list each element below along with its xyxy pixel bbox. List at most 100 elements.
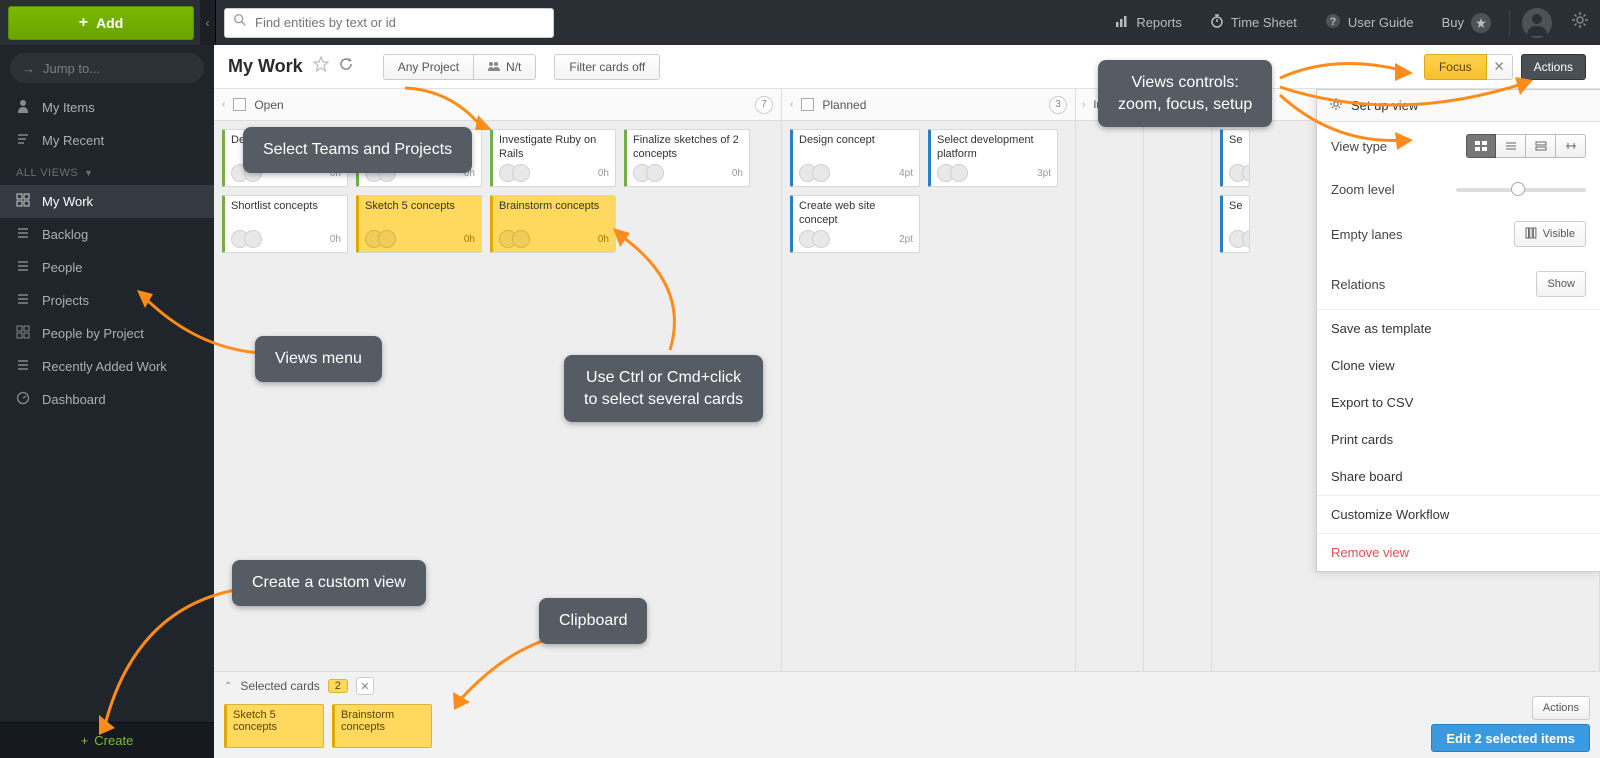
card-estimate: 2pt [899,234,913,245]
expand-icon[interactable]: › [1150,99,1153,110]
card[interactable]: Se [1220,195,1250,253]
project-team-group: Any Project N/t [383,54,537,80]
any-project-button[interactable]: Any Project [383,54,474,80]
select-all-checkbox[interactable] [801,98,814,111]
selected-card[interactable]: Brainstorm concepts [332,704,432,748]
column-header-inprog[interactable]: › In Prog [1076,89,1143,121]
user-avatar[interactable] [1522,8,1552,38]
column-body-open[interactable]: Develop 3 drafts0hInvestigate Node.js0hI… [214,121,781,261]
empty-label: Empty lanes [1331,227,1403,242]
selected-actions-button[interactable]: Actions [1532,696,1590,720]
card-title: Shortlist concepts [231,200,341,214]
card-footer: 2pt [799,230,913,248]
collapse-icon[interactable]: ‹ [1220,99,1223,110]
zoom-slider[interactable] [1456,188,1586,192]
expand-icon[interactable]: › [1082,99,1085,110]
card-footer: 0h [633,164,743,182]
viewtype-timeline[interactable] [1556,134,1586,158]
sidebar-view-people[interactable]: People [0,251,214,284]
save-template-link[interactable]: Save as template [1317,310,1600,347]
card-footer: 4pt [799,164,913,182]
sidebar-view-projects[interactable]: Projects [0,284,214,317]
plus-icon: + [81,733,89,748]
select-all-checkbox[interactable] [233,98,246,111]
favorite-star-icon[interactable] [313,56,329,77]
card[interactable]: Develop 3 drafts0h [222,129,348,187]
search-input[interactable] [224,8,554,38]
column-header-open: ‹ Open 7 [214,89,781,121]
board-icon [16,325,30,342]
selected-card[interactable]: Sketch 5 concepts [224,704,324,748]
jump-to[interactable]: → Jump to... [10,53,204,83]
customize-workflow-link[interactable]: Customize Workflow [1317,496,1600,533]
card[interactable]: Shortlist concepts0h [222,195,348,253]
card[interactable]: Select development platform3pt [928,129,1058,187]
empty-lanes-toggle[interactable]: Visible [1514,221,1586,247]
all-views-header[interactable]: ALL VIEWS ▼ [0,157,214,185]
card[interactable]: Sketch 5 concepts0h [356,195,482,253]
reports-link[interactable]: Reports [1101,0,1196,45]
actions-button[interactable]: Actions [1521,54,1586,80]
clone-view-link[interactable]: Clone view [1317,347,1600,384]
column-title: Planned [822,98,866,112]
avatar-icon [512,164,530,182]
board-icon [16,193,30,210]
relations-toggle[interactable]: Show [1536,271,1586,297]
viewtype-onecol[interactable] [1526,134,1556,158]
slider-handle[interactable] [1511,182,1525,196]
filter-button[interactable]: Filter cards off [554,54,660,80]
view-label: My Work [42,194,93,209]
refresh-icon[interactable] [339,57,353,76]
selected-body: Sketch 5 conceptsBrainstorm concepts [214,700,1600,758]
clear-selection-button[interactable]: ✕ [356,677,374,695]
settings-gear[interactable] [1560,10,1600,35]
sidebar-view-backlog[interactable]: Backlog [0,218,214,251]
print-cards-link[interactable]: Print cards [1317,421,1600,458]
share-board-link[interactable]: Share board [1317,458,1600,495]
card-footer: 3pt [937,164,1051,182]
edit-selected-button[interactable]: Edit 2 selected items [1431,724,1590,752]
create-view-button[interactable]: + Create [0,722,214,758]
add-button[interactable]: + Add [8,6,194,40]
card[interactable]: Se [1220,129,1250,187]
viewtype-board[interactable] [1466,134,1496,158]
show-label: Show [1547,278,1575,290]
list-icon [16,259,30,276]
card[interactable]: Investigate Node.js0h [356,129,482,187]
card[interactable]: Design concept4pt [790,129,920,187]
add-label: Add [96,15,123,31]
sidebar-my-recent[interactable]: My Recent [0,124,214,157]
buy-link[interactable]: Buy [1428,0,1505,45]
remove-view-link[interactable]: Remove view [1317,534,1600,571]
collapse-icon[interactable]: ‹ [222,99,225,110]
card[interactable]: Brainstorm concepts0h [490,195,616,253]
sidebar-view-mywork[interactable]: My Work [0,185,214,218]
visible-label: Visible [1543,228,1575,240]
view-label: Projects [42,293,89,308]
card-avatars [799,164,825,182]
export-csv-link[interactable]: Export to CSV [1317,384,1600,421]
focus-close-button[interactable]: ✕ [1487,54,1513,80]
team-button[interactable]: N/t [474,54,536,80]
chevron-up-icon[interactable]: ⌃ [224,681,232,692]
sidebar-view-recentwork[interactable]: Recently Added Work [0,350,214,383]
selected-count-badge: 2 [328,679,348,693]
collapse-icon[interactable]: ‹ [790,99,793,110]
userguide-link[interactable]: ? User Guide [1311,0,1428,45]
column-header-intest[interactable]: › In Test [1144,89,1211,121]
sidebar-view-peoplebyproject[interactable]: People by Project [0,317,214,350]
chart-icon [1115,14,1129,31]
focus-button[interactable]: Focus [1424,54,1487,80]
sidebar-my-items[interactable]: My Items [0,91,214,124]
userguide-label: User Guide [1348,15,1414,30]
column-inprog: › In Prog [1076,89,1144,758]
sidebar-view-dashboard[interactable]: Dashboard [0,383,214,416]
timesheet-link[interactable]: Time Sheet [1196,0,1311,45]
card-estimate: 4pt [899,168,913,179]
column-body-planned[interactable]: Design concept4ptSelect development plat… [782,121,1075,261]
collapse-sidebar[interactable]: ‹ [200,0,216,45]
card[interactable]: Investigate Ruby on Rails0h [490,129,616,187]
card[interactable]: Create web site concept2pt [790,195,920,253]
viewtype-list[interactable] [1496,134,1526,158]
card[interactable]: Finalize sketches of 2 concepts0h [624,129,750,187]
